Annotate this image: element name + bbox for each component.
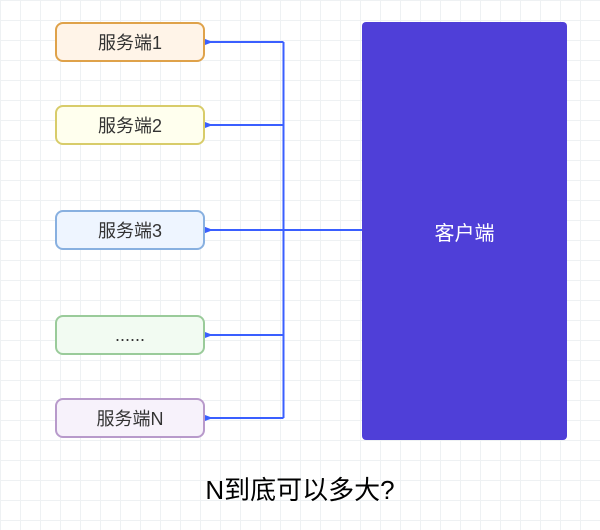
client-label: 客户端 xyxy=(435,217,495,246)
server-box-2: 服务端3 xyxy=(55,210,205,250)
server-label-3: ...... xyxy=(115,325,145,346)
server-box-1: 服务端2 xyxy=(55,105,205,145)
client-box: 客户端 xyxy=(362,22,567,440)
server-label-2: 服务端3 xyxy=(98,217,162,243)
caption-text: N到底可以多大? xyxy=(0,470,600,507)
server-label-1: 服务端2 xyxy=(98,112,162,138)
server-box-0: 服务端1 xyxy=(55,22,205,62)
server-label-0: 服务端1 xyxy=(98,29,162,55)
server-label-4: 服务端N xyxy=(97,405,164,431)
server-box-4: 服务端N xyxy=(55,398,205,438)
server-box-3: ...... xyxy=(55,315,205,355)
